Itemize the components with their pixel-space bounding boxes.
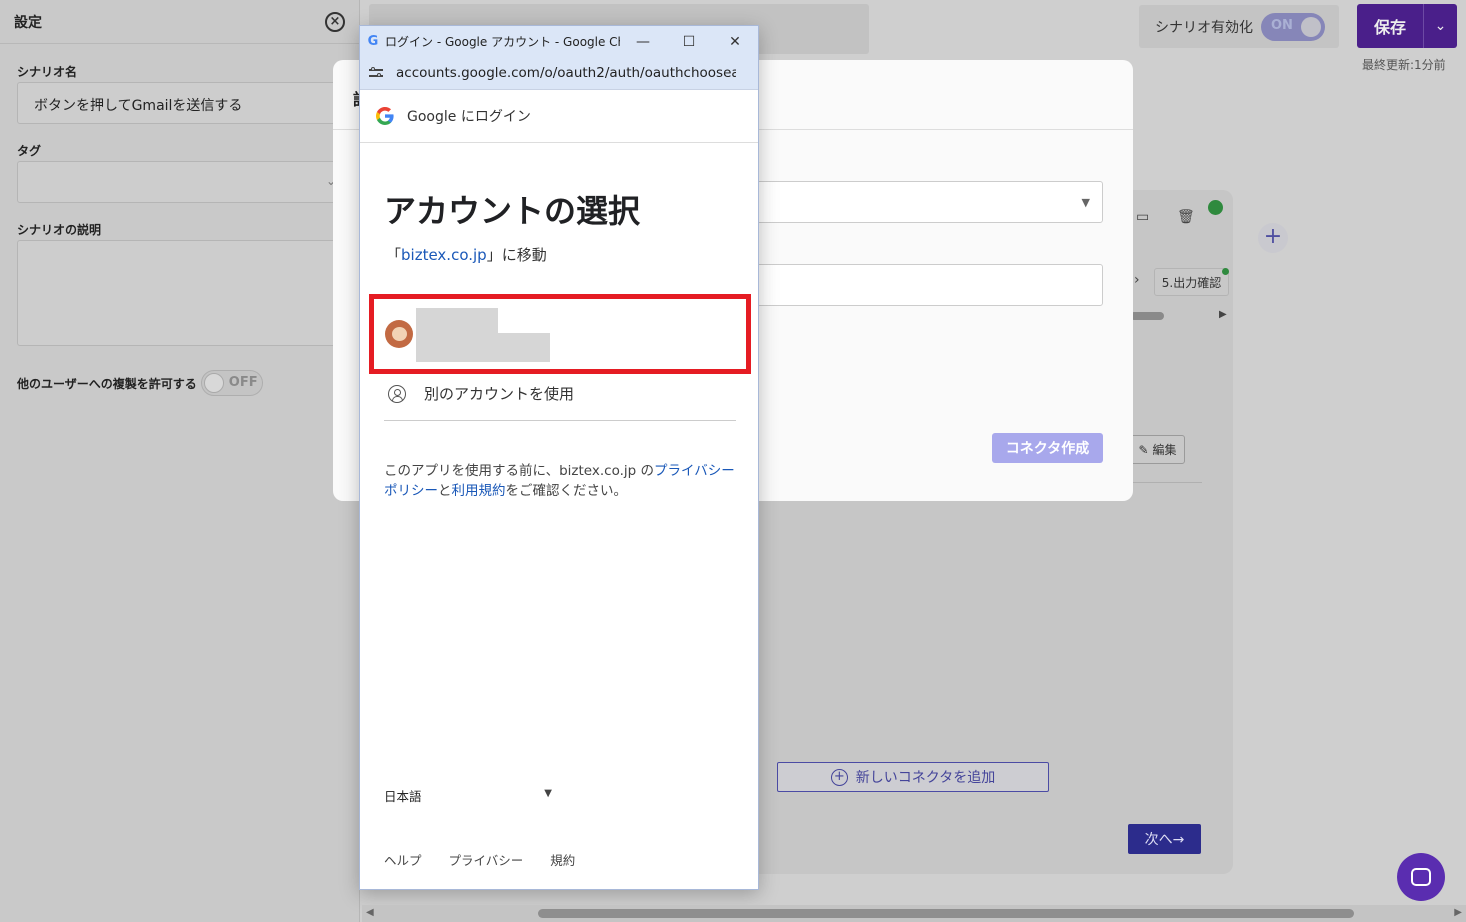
terms-link[interactable]: 利用規約 (452, 483, 506, 499)
save-button-group: 保存 ⌄ (1357, 4, 1457, 48)
next-button[interactable]: 次へ→ (1128, 824, 1201, 854)
add-connector-button[interactable]: + 新しいコネクタを追加 (777, 762, 1049, 792)
tag-select[interactable]: ⌄ (17, 161, 357, 203)
status-dot (1222, 268, 1229, 275)
google-header: Google にログイン (360, 90, 758, 143)
privacy-notice: このアプリを使用する前に、biztex.co.jp のプライバシー ポリシーと利… (384, 461, 736, 501)
divider (384, 420, 736, 421)
google-login-window: G ログイン - Google アカウント - Google Chrome — … (359, 25, 759, 890)
window-title: ログイン - Google アカウント - Google Chrome (385, 35, 620, 49)
copy-permission-label: 他のユーザーへの複製を許可する (17, 376, 197, 391)
chevron-down-icon: ⌄ (1434, 18, 1447, 34)
chat-icon (1411, 868, 1431, 886)
maximize-icon[interactable]: ☐ (666, 34, 712, 50)
language-value: 日本語 (384, 789, 422, 804)
account-circle-icon (388, 384, 406, 403)
scenario-name-label: シナリオ名 (17, 65, 78, 79)
page-title: アカウントの選択 (384, 192, 641, 230)
create-connector-button[interactable]: コネクタ作成 (992, 433, 1103, 463)
last-update-text: 最終更新:1分前 (1362, 58, 1446, 72)
pencil-icon: ✎ (1138, 442, 1149, 457)
use-another-account-label: 別のアカウントを使用 (424, 385, 575, 403)
chat-support-button[interactable] (1397, 853, 1445, 901)
language-select[interactable]: 日本語 ▼ (384, 786, 552, 805)
settings-panel: 設定 × シナリオ名 ボタンを押してGmailを送信する タグ ⌄ シナリオの説… (0, 0, 360, 922)
copy-permission-row: 他のユーザーへの複製を許可する OFF (17, 370, 263, 396)
toggle-knob (1301, 16, 1321, 37)
account-highlight-box[interactable] (369, 294, 751, 374)
comment-icon[interactable]: ▭ (1136, 209, 1149, 225)
close-icon[interactable]: × (325, 11, 345, 32)
toggle-state: OFF (228, 375, 258, 390)
settings-title: 設定 (14, 14, 42, 31)
google-logo-icon (376, 107, 394, 125)
plus-circle-icon: + (830, 768, 848, 786)
caret-down-icon: ▼ (1081, 196, 1090, 209)
description-label: シナリオの説明 (17, 223, 102, 237)
save-dropdown-button[interactable]: ⌄ (1423, 4, 1457, 48)
step-chip-output[interactable]: 5.出力確認 (1154, 268, 1229, 296)
scenario-enable-box: シナリオ有効化 ON (1139, 5, 1339, 48)
site-settings-icon[interactable] (369, 67, 383, 79)
notice-end: をご確認ください。 (505, 483, 628, 499)
url-text[interactable]: accounts.google.com/o/oauth2/auth/oauthc… (396, 65, 736, 81)
tag-label: タグ (17, 144, 42, 158)
use-another-account-item[interactable]: 別のアカウントを使用 (388, 383, 574, 404)
steps-scrollbar[interactable] (1130, 312, 1164, 320)
caret-down-icon: ▼ (544, 788, 552, 799)
horizontal-scrollbar[interactable]: ◀ ▶ (362, 905, 1466, 922)
google-favicon-icon: G (367, 34, 379, 49)
settings-header: 設定 × (0, 0, 359, 44)
edit-button[interactable]: ✎ 編集 (1130, 435, 1185, 464)
continue-prefix: 「 (386, 246, 402, 264)
window-titlebar: G ログイン - Google アカウント - Google Chrome — … (360, 26, 758, 57)
toggle-state: ON (1271, 17, 1293, 33)
scenario-enable-label: シナリオ有効化 (1155, 19, 1253, 36)
connector-name-input[interactable] (753, 264, 1103, 306)
add-step-button[interactable]: + (1258, 223, 1288, 253)
scroll-left-icon[interactable]: ◀ (366, 907, 374, 918)
google-header-text: Google にログイン (407, 109, 531, 125)
close-icon[interactable]: ✕ (712, 34, 758, 50)
continue-to-line: 「biztex.co.jp」に移動 (386, 244, 547, 265)
help-link[interactable]: ヘルプ (384, 850, 422, 869)
continue-suffix: 」に移動 (486, 246, 547, 264)
scenario-enable-toggle[interactable]: ON (1261, 12, 1325, 41)
address-bar: accounts.google.com/o/oauth2/auth/oauthc… (360, 57, 758, 90)
copy-permission-toggle[interactable]: OFF (200, 370, 263, 396)
check-icon (1208, 200, 1223, 215)
minimize-icon[interactable]: — (620, 34, 666, 50)
notice-and: と (438, 483, 452, 499)
scroll-right-icon[interactable]: ▶ (1219, 309, 1227, 320)
save-button[interactable]: 保存 (1357, 4, 1423, 48)
notice-text: このアプリを使用する前に、biztex.co.jp の (384, 463, 654, 479)
scroll-right-icon[interactable]: ▶ (1454, 907, 1462, 918)
chevron-right-icon[interactable]: › (1134, 272, 1140, 288)
divider (1130, 482, 1202, 483)
scrollbar-thumb[interactable] (538, 909, 1354, 918)
description-textarea[interactable] (17, 240, 357, 346)
edit-label: 編集 (1152, 443, 1177, 457)
footer-links: ヘルプ プライバシー 規約 (384, 850, 575, 869)
trash-icon[interactable]: 🗑 (1177, 209, 1195, 225)
add-connector-label: 新しいコネクタを追加 (855, 770, 996, 786)
terms-footer-link[interactable]: 規約 (550, 850, 575, 869)
privacy-link[interactable]: プライバシー (449, 850, 524, 869)
connector-type-select[interactable]: ▼ (753, 181, 1103, 223)
toggle-knob (203, 373, 224, 393)
scenario-name-input[interactable]: ボタンを押してGmailを送信する (17, 82, 357, 124)
app-domain-link[interactable]: biztex.co.jp (401, 246, 487, 264)
